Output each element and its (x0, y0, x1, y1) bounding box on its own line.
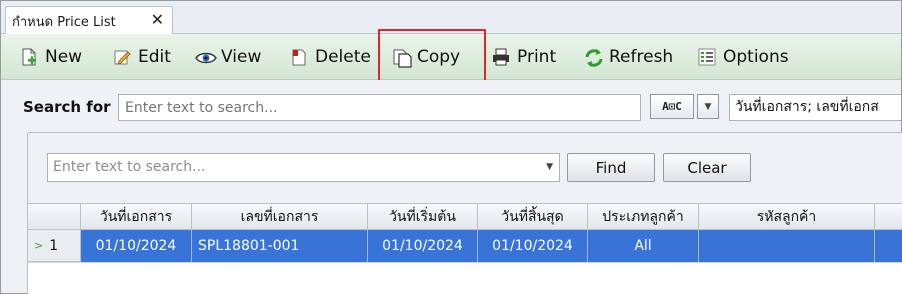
options-label: Options (723, 47, 789, 67)
cell-doc-date[interactable]: 01/10/2024 (81, 230, 192, 262)
column-header-customer-code[interactable]: รหัสลูกค้า (699, 203, 875, 230)
edit-label: Edit (138, 47, 171, 67)
cell-customer-type[interactable]: All (588, 230, 699, 262)
chevron-down-icon[interactable]: ▼ (546, 154, 553, 181)
grid-empty-area (28, 262, 902, 294)
print-label: Print (517, 47, 557, 67)
eye-icon (195, 47, 217, 67)
find-button[interactable]: Find (567, 153, 655, 182)
new-label: New (45, 47, 83, 67)
column-header-extra (875, 203, 902, 230)
filter-placeholder: Enter text to search... (53, 159, 206, 175)
tab-price-list[interactable]: กำหนด Price List ✕ (5, 6, 173, 35)
refresh-label: Refresh (609, 47, 674, 67)
printer-icon (491, 47, 511, 67)
tab-title: กำหนด Price List (12, 14, 116, 30)
column-header-customer-type[interactable]: ประเภทลูกค้า (588, 203, 699, 230)
edit-button[interactable]: Edit (112, 42, 171, 72)
options-list-icon (697, 47, 717, 67)
row-indicator[interactable]: > 1 (28, 230, 81, 262)
column-header-end-date[interactable]: วันที่สิ้นสุด (478, 203, 588, 230)
refresh-button[interactable]: Refresh (583, 42, 673, 72)
search-input[interactable] (118, 94, 641, 121)
cell-doc-no[interactable]: SPL18801-001 (192, 230, 368, 262)
cell-end-date[interactable]: 01/10/2024 (478, 230, 588, 262)
copy-highlight-box (378, 29, 486, 83)
match-mode-button[interactable]: A⊡C (650, 94, 694, 119)
match-mode-dropdown-icon[interactable]: ▼ (697, 94, 719, 119)
price-list-grid: วันที่เอกสาร เลขที่เอกสาร วันที่เริ่มต้น… (28, 203, 902, 294)
print-button[interactable]: Print (491, 42, 556, 72)
search-fields-select[interactable]: วันที่เอกสาร; เลขที่เอกส (729, 94, 901, 121)
delete-button[interactable]: Delete (289, 42, 371, 72)
current-row-arrow-icon: > (34, 239, 44, 252)
view-button[interactable]: View (195, 42, 261, 72)
new-button[interactable]: New (19, 42, 82, 72)
column-header-start-date[interactable]: วันที่เริ่มต้น (368, 203, 478, 230)
view-label: View (221, 47, 262, 67)
column-header-doc-date[interactable]: วันที่เอกสาร (81, 203, 192, 230)
filter-search-input[interactable]: Enter text to search... ▼ (47, 153, 560, 182)
clear-button[interactable]: Clear (663, 153, 751, 182)
search-label: Search for (23, 98, 111, 116)
cell-start-date[interactable]: 01/10/2024 (368, 230, 478, 262)
table-row[interactable]: > 1 01/10/2024 SPL18801-001 01/10/2024 0… (28, 230, 902, 262)
new-document-icon (19, 47, 39, 67)
column-header-doc-no[interactable]: เลขที่เอกสาร (192, 203, 368, 230)
grid-corner-header (28, 203, 81, 230)
edit-pencil-icon (112, 47, 132, 67)
cell-customer-code[interactable] (699, 230, 875, 262)
delete-document-icon (289, 47, 309, 67)
close-icon[interactable]: ✕ (151, 11, 164, 29)
row-number: 1 (49, 237, 59, 254)
options-button[interactable]: Options (697, 42, 789, 72)
cell-extra[interactable] (875, 230, 902, 262)
delete-label: Delete (315, 47, 371, 67)
refresh-icon (583, 47, 603, 67)
